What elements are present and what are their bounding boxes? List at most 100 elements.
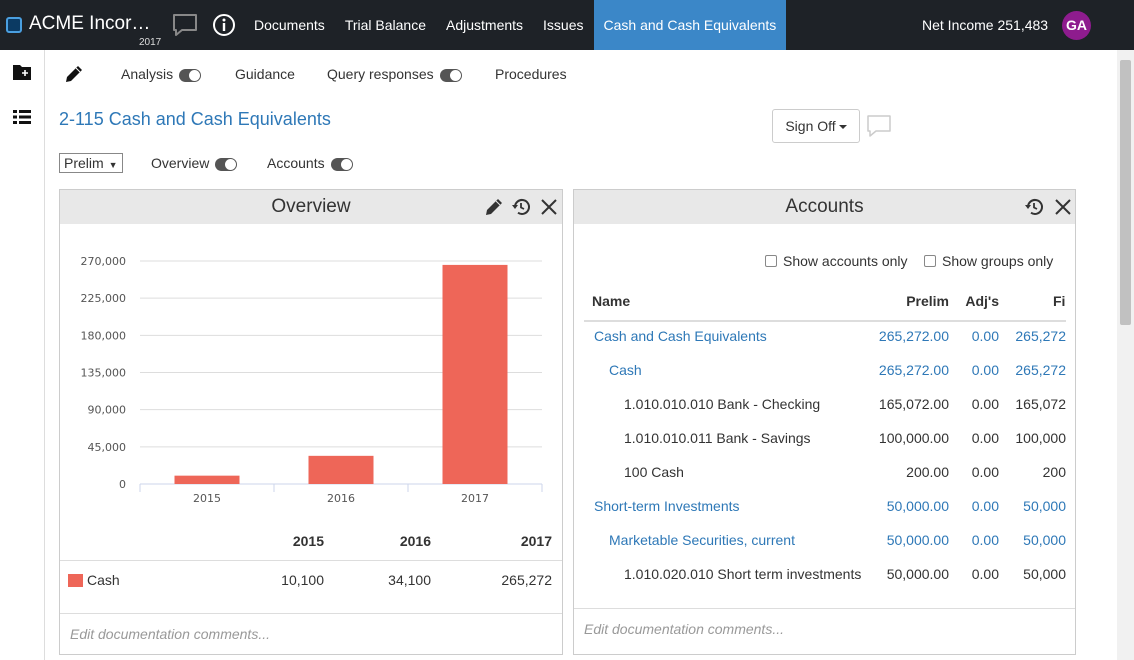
y-tick-label: 0 xyxy=(119,478,126,491)
main-nav: Documents Trial Balance Adjustments Issu… xyxy=(244,0,787,50)
final-value: 100,000 xyxy=(1015,430,1066,446)
show-groups-only-label: Show groups only xyxy=(942,253,1054,269)
chat-icon[interactable] xyxy=(172,13,198,37)
y-tick-label: 270,000 xyxy=(81,255,127,268)
table-row[interactable]: Short-term Investments 50,000.00 0.00 50,00… xyxy=(574,492,1066,526)
close-icon[interactable] xyxy=(1053,197,1073,217)
bar-2015 xyxy=(174,475,240,484)
table-row: 1.010.010.010 Bank - Checking 165,072.00 0… xyxy=(574,390,1066,424)
table-row: 1.010.020.010 Short term investments 50,0… xyxy=(574,560,1066,594)
prelim-value: 265,272.00 xyxy=(878,362,949,378)
account-name: 100 Cash xyxy=(624,464,684,480)
comments-divider xyxy=(60,613,562,614)
history-icon[interactable] xyxy=(511,197,531,217)
accounts-toggle-label: Accounts xyxy=(267,155,325,171)
app-logo-icon[interactable] xyxy=(6,17,22,33)
prelim-select[interactable]: Prelim ▼ xyxy=(59,153,123,173)
avatar[interactable]: GA xyxy=(1062,11,1091,40)
info-icon[interactable] xyxy=(212,13,236,37)
page-title: 2-115 Cash and Cash Equivalents xyxy=(59,109,331,129)
accounts-panel: Accounts Show accounts only Show groups … xyxy=(573,189,1076,655)
column-adjs-header[interactable]: Adj's xyxy=(949,293,999,309)
accounts-table-body: Cash and Cash Equivalents 265,272.00 0.00 2… xyxy=(574,322,1066,607)
final-value: 50,000 xyxy=(1023,532,1066,548)
table-row[interactable]: Cash 265,272.00 0.00 265,272 xyxy=(574,356,1066,390)
overview-switch[interactable] xyxy=(215,157,238,171)
query-responses-label: Query responses xyxy=(327,66,434,82)
final-value: 50,000 xyxy=(1023,566,1066,582)
y-tick-label: 180,000 xyxy=(81,329,127,342)
account-name: Cash xyxy=(609,362,642,378)
column-name-header[interactable]: Name xyxy=(592,293,630,309)
prelim-select-value: Prelim xyxy=(64,155,104,171)
close-icon[interactable] xyxy=(539,197,559,217)
nav-documents[interactable]: Documents xyxy=(244,0,335,50)
app-title[interactable]: ACME Incor… xyxy=(29,13,150,35)
show-accounts-only-checkbox[interactable]: Show accounts only xyxy=(765,253,908,269)
procedures-link[interactable]: Procedures xyxy=(495,66,567,82)
accounts-toggle[interactable]: Accounts xyxy=(267,155,353,171)
cash-value-2015: 10,100 xyxy=(281,572,324,588)
query-responses-switch[interactable] xyxy=(439,68,462,82)
overview-toggle[interactable]: Overview xyxy=(151,155,238,171)
sign-off-label: Sign Off xyxy=(785,118,836,134)
prelim-value: 200.00 xyxy=(906,464,949,480)
checkbox-box[interactable] xyxy=(924,255,936,267)
prelim-value: 265,272.00 xyxy=(878,328,949,344)
overview-comments-input[interactable]: Edit documentation comments... xyxy=(70,626,270,642)
column-prelim-header[interactable]: Prelim xyxy=(869,293,949,309)
query-responses-toggle[interactable]: Query responses xyxy=(327,66,462,82)
column-final-header[interactable]: Fi xyxy=(1053,293,1065,309)
table-row[interactable]: Marketable Securities, current 50,000.00 0… xyxy=(574,526,1066,560)
prelim-value: 50,000.00 xyxy=(886,498,949,514)
checkbox-box[interactable] xyxy=(765,255,777,267)
nav-adjustments[interactable]: Adjustments xyxy=(436,0,533,50)
account-name: 1.010.020.010 Short term investments xyxy=(624,566,862,582)
nav-cash-and-cash-equivalents[interactable]: Cash and Cash Equivalents xyxy=(593,0,787,50)
y-tick-label: 45,000 xyxy=(88,441,127,454)
prelim-value: 100,000.00 xyxy=(878,430,949,446)
series-label: Cash xyxy=(87,572,120,588)
left-rail xyxy=(0,50,45,660)
folder-icon[interactable] xyxy=(12,63,32,81)
table-divider xyxy=(60,560,562,561)
analysis-switch[interactable] xyxy=(179,68,202,82)
cash-bar-chart: 0 45,000 90,000 135,000 180,000 225,000 270,00… xyxy=(81,255,543,505)
accounts-comments-input[interactable]: Edit documentation comments... xyxy=(584,621,784,637)
bar-2016 xyxy=(308,455,374,484)
y-tick-label: 90,000 xyxy=(88,404,127,417)
page-scrollbar[interactable] xyxy=(1117,50,1134,660)
show-groups-only-checkbox[interactable]: Show groups only xyxy=(924,253,1053,269)
chat-icon[interactable] xyxy=(866,114,892,138)
year-header-2015: 2015 xyxy=(292,533,324,549)
nav-trial-balance[interactable]: Trial Balance xyxy=(335,0,436,50)
dropdown-arrow-icon: ▼ xyxy=(108,160,118,170)
prelim-value: 50,000.00 xyxy=(886,566,949,582)
pencil-icon[interactable] xyxy=(64,64,84,84)
overview-panel: Overview 0 45,000 90,000 135,000 180,000 225,… xyxy=(59,189,563,655)
table-row[interactable]: Cash and Cash Equivalents 265,272.00 0.00 2… xyxy=(574,322,1066,356)
cash-value-2016: 34,100 xyxy=(388,572,431,588)
x-tick-label: 2016 xyxy=(327,492,355,505)
bar-2017 xyxy=(442,264,508,484)
list-icon[interactable] xyxy=(12,108,32,126)
analysis-toggle[interactable]: Analysis xyxy=(121,66,202,82)
year-header-2017: 2017 xyxy=(520,533,552,549)
account-name: 1.010.010.010 Bank - Checking xyxy=(624,396,821,412)
scrollbar-thumb[interactable] xyxy=(1120,60,1131,325)
account-name: 1.010.010.011 Bank - Savings xyxy=(624,430,811,446)
sign-off-button[interactable]: Sign Off xyxy=(772,109,860,143)
cash-value-2017: 265,272 xyxy=(501,572,552,588)
year-header-2016: 2016 xyxy=(399,533,431,549)
analysis-label: Analysis xyxy=(121,66,174,82)
history-icon[interactable] xyxy=(1024,197,1044,217)
edit-icon[interactable] xyxy=(484,197,504,217)
x-tick-label: 2017 xyxy=(461,492,489,505)
accounts-switch[interactable] xyxy=(330,157,353,171)
guidance-link[interactable]: Guidance xyxy=(235,66,295,82)
show-accounts-only-label: Show accounts only xyxy=(783,253,908,269)
table-row: 100 Cash 200.00 0.00 200 xyxy=(574,458,1066,492)
accounts-panel-title: Accounts xyxy=(785,196,864,217)
nav-issues[interactable]: Issues xyxy=(533,0,593,50)
top-bar: ACME Incor… 2017 Documents Trial Balance… xyxy=(0,0,1134,50)
